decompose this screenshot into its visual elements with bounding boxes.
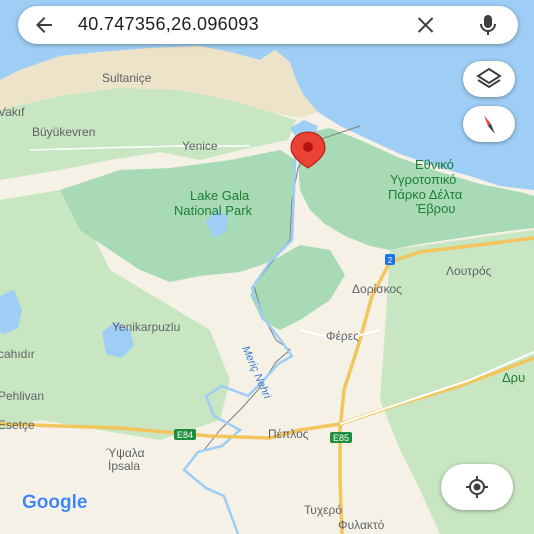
place-label-buyukevren: Büyükevren bbox=[32, 125, 96, 139]
road-shield-2: 2 bbox=[385, 254, 395, 265]
park-label-gr-3: Πάρκο Δέλτα bbox=[388, 187, 463, 202]
place-label-pehlivan: Pehlivan bbox=[0, 389, 45, 403]
place-label-cahidir: cahıdır bbox=[0, 347, 35, 361]
place-label-fylakto: Φυλακτό bbox=[338, 518, 385, 532]
search-bar[interactable]: 40.747356,26.096093 bbox=[18, 6, 518, 44]
compass-button[interactable] bbox=[463, 106, 515, 142]
park-label-lake-gala: Lake Gala bbox=[190, 188, 250, 203]
my-location-button[interactable] bbox=[441, 464, 513, 510]
my-location-icon bbox=[466, 476, 488, 498]
layers-button[interactable] bbox=[463, 61, 515, 97]
place-label-tyxero: Τυχερό bbox=[304, 503, 343, 517]
place-label-feres: Φέρες bbox=[326, 329, 359, 343]
park-label-national-park: National Park bbox=[174, 203, 253, 218]
place-label-peplos: Πέπλος bbox=[268, 427, 309, 441]
place-label-loutros: Λουτρός bbox=[446, 264, 492, 278]
place-label-vakif: Vakıf bbox=[0, 105, 25, 119]
microphone-icon[interactable] bbox=[476, 12, 500, 38]
place-label-esetce: Esetçe bbox=[0, 418, 35, 432]
park-label-gr-4: Έβρου bbox=[416, 201, 456, 216]
park-label-gr-1: Εθνικό bbox=[415, 157, 454, 172]
place-label-yenice: Yenice bbox=[182, 139, 218, 153]
clear-icon[interactable] bbox=[414, 13, 438, 37]
place-label-yenikarpuzlu: Yenikarpuzlu bbox=[112, 320, 181, 334]
svg-text:2: 2 bbox=[388, 256, 393, 265]
search-input[interactable]: 40.747356,26.096093 bbox=[78, 14, 259, 35]
road-shield-e84: E84 bbox=[174, 429, 196, 440]
google-logo: Google bbox=[22, 492, 88, 513]
place-label-sultanice: Sultaniçe bbox=[102, 71, 152, 85]
place-label-ipsala: İpsala bbox=[108, 459, 141, 473]
compass-icon bbox=[484, 115, 495, 134]
park-label-gr-2: Υγροτοπικό bbox=[390, 172, 457, 187]
svg-text:E84: E84 bbox=[177, 430, 193, 440]
place-label-doriskos: Δορίσκος bbox=[352, 282, 402, 296]
place-label-ipsala-gr: Ύψαλα bbox=[106, 446, 145, 460]
svg-text:E85: E85 bbox=[333, 433, 349, 443]
back-arrow-icon[interactable] bbox=[32, 13, 56, 37]
place-label-dru: Δρυ bbox=[502, 370, 526, 385]
road-shield-e85: E85 bbox=[330, 432, 352, 443]
layers-icon bbox=[476, 67, 502, 89]
